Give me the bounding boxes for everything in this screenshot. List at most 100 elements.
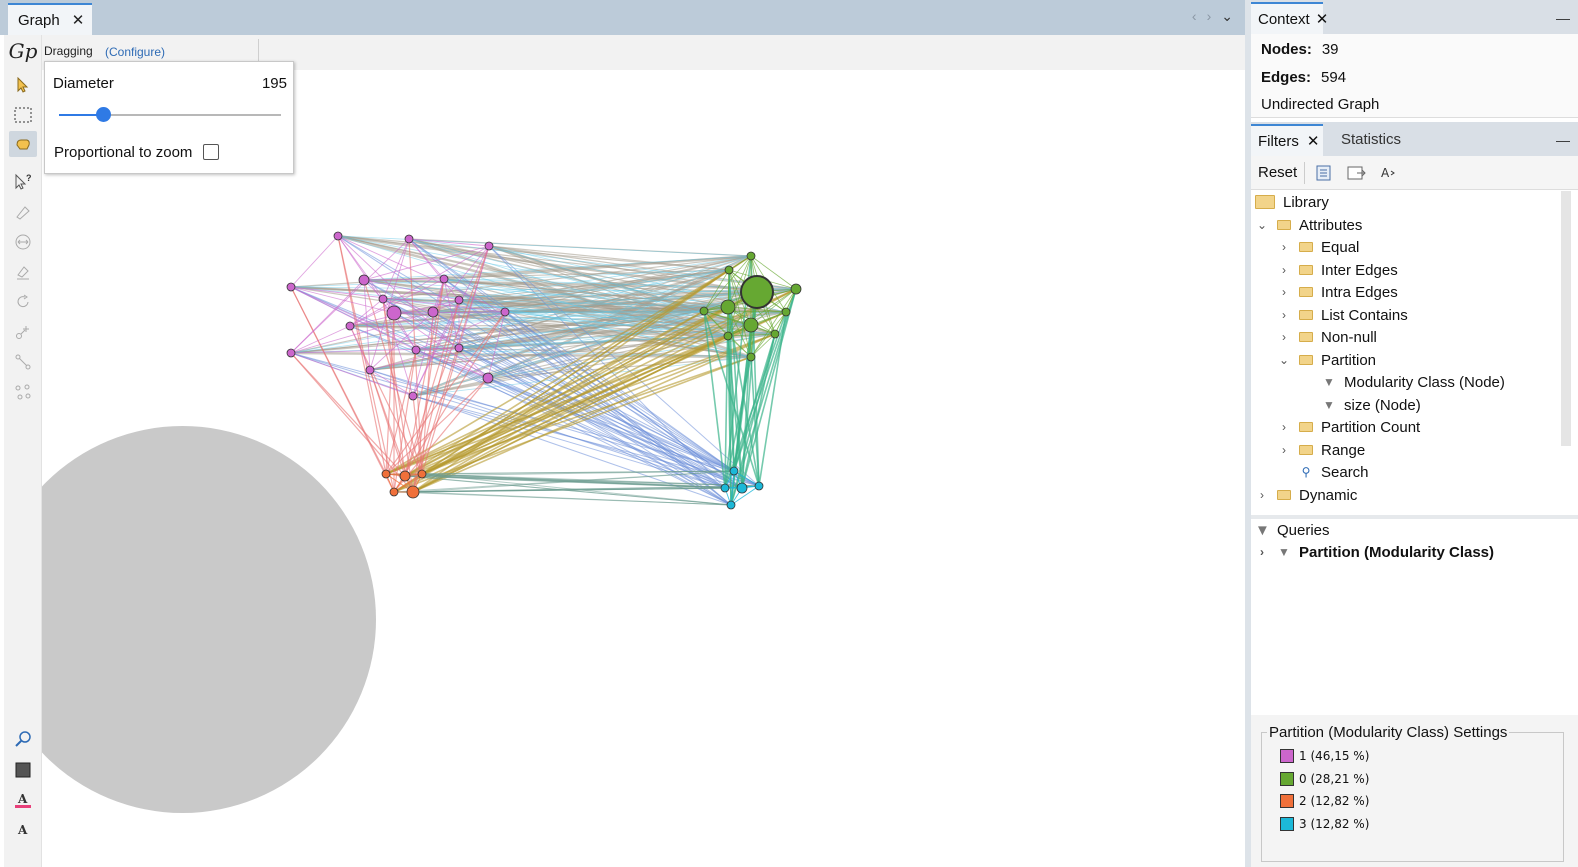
graph-node[interactable]	[286, 348, 296, 358]
tree-item-list-contains[interactable]: › List Contains	[1277, 304, 1408, 326]
close-icon[interactable]: ✕	[1316, 10, 1329, 28]
tree-scrollbar[interactable]	[1561, 191, 1571, 446]
rectangle-select-icon[interactable]	[9, 102, 37, 128]
close-icon[interactable]: ✕	[1307, 132, 1320, 150]
drag-hand-icon[interactable]	[9, 131, 37, 157]
graph-node[interactable]	[286, 282, 296, 292]
graph-node[interactable]	[790, 283, 802, 295]
graph-node[interactable]	[723, 331, 733, 341]
graph-canvas[interactable]	[42, 70, 1245, 867]
tree-item-size[interactable]: ▼ size (Node)	[1314, 394, 1421, 416]
graph-node[interactable]	[724, 265, 734, 275]
graph-node[interactable]	[358, 274, 370, 286]
graph-node[interactable]	[500, 307, 510, 317]
graph-node[interactable]	[726, 500, 736, 510]
tree-item-attributes[interactable]: ⌄ Attributes	[1255, 214, 1362, 236]
tab-graph[interactable]: Graph ✕	[8, 3, 92, 35]
legend-item[interactable]: 3 (12,82 %)	[1280, 817, 1369, 831]
save-filter-icon[interactable]	[1347, 163, 1367, 183]
graph-node[interactable]	[408, 391, 418, 401]
minimize-icon[interactable]: —	[1556, 132, 1570, 148]
chevron-right-icon[interactable]: ›	[1255, 545, 1269, 559]
proportional-checkbox[interactable]	[203, 144, 219, 160]
graph-node[interactable]	[746, 251, 756, 261]
chevron-right-icon[interactable]: ›	[1255, 488, 1269, 502]
tree-item-dynamic[interactable]: › Dynamic	[1255, 484, 1357, 506]
graph-node[interactable]	[720, 299, 736, 315]
graph-node[interactable]	[333, 231, 343, 241]
graph-node[interactable]	[389, 487, 399, 497]
export-filter-icon[interactable]	[1314, 163, 1334, 183]
tab-filters[interactable]: Filters ✕	[1251, 124, 1323, 156]
close-icon[interactable]: ✕	[72, 11, 85, 29]
chevron-right-icon[interactable]: ›	[1277, 308, 1291, 322]
chevron-down-icon[interactable]: ⌄	[1255, 218, 1269, 232]
diameter-slider[interactable]	[59, 107, 281, 122]
label-font-icon[interactable]: A	[9, 818, 37, 842]
tree-item-intra-edges[interactable]: › Intra Edges	[1277, 281, 1398, 303]
graph-node[interactable]	[439, 274, 449, 284]
select-arrow-icon[interactable]	[9, 72, 37, 98]
brush-icon[interactable]	[9, 259, 37, 285]
chevron-right-icon[interactable]: ›	[1207, 8, 1212, 25]
tree-item-non-null[interactable]: › Non-null	[1277, 326, 1377, 348]
tree-item-inter-edges[interactable]: › Inter Edges	[1277, 259, 1398, 281]
graph-node[interactable]	[720, 483, 730, 493]
painter-icon[interactable]	[9, 199, 37, 225]
graph-node[interactable]	[454, 295, 464, 305]
chevron-right-icon[interactable]: ›	[1277, 330, 1291, 344]
legend-item[interactable]: 2 (12,82 %)	[1280, 794, 1369, 808]
graph-node[interactable]	[740, 275, 774, 309]
graph-node[interactable]	[381, 469, 391, 479]
graph-node[interactable]	[699, 306, 709, 316]
legend-item[interactable]: 1 (46,15 %)	[1280, 749, 1369, 763]
rotate-icon[interactable]	[9, 289, 37, 315]
legend-item[interactable]: 0 (28,21 %)	[1280, 772, 1369, 786]
graph-node[interactable]	[736, 482, 748, 494]
graph-node[interactable]	[386, 305, 402, 321]
graph-node[interactable]	[729, 466, 739, 476]
add-node-icon[interactable]	[9, 319, 37, 345]
zoom-fit-icon[interactable]	[9, 727, 37, 751]
tab-context[interactable]: Context ✕	[1251, 2, 1328, 34]
graph-node[interactable]	[345, 321, 355, 331]
graph-node[interactable]	[378, 294, 388, 304]
resize-icon[interactable]	[9, 229, 37, 255]
tree-item-modularity-class[interactable]: ▼ Modularity Class (Node)	[1314, 371, 1505, 393]
chevron-right-icon[interactable]: ›	[1277, 443, 1291, 457]
graph-node[interactable]	[399, 470, 411, 482]
tab-statistics[interactable]: Statistics	[1341, 131, 1401, 148]
graph-node[interactable]	[404, 234, 414, 244]
chevron-down-icon[interactable]: ⌄	[1277, 353, 1291, 367]
help-pointer-icon[interactable]: ?	[9, 169, 37, 195]
tree-item-library[interactable]: Library	[1255, 191, 1329, 213]
graph-node[interactable]	[746, 352, 756, 362]
query-item[interactable]: › ▼ Partition (Modularity Class)	[1255, 541, 1494, 563]
shortest-path-icon[interactable]	[9, 379, 37, 405]
graph-node[interactable]	[365, 365, 375, 375]
chevron-left-icon[interactable]: ‹	[1192, 8, 1197, 25]
graph-node[interactable]	[781, 307, 791, 317]
chevron-right-icon[interactable]: ›	[1277, 285, 1291, 299]
tree-item-range[interactable]: › Range	[1277, 439, 1365, 461]
reset-button[interactable]: Reset	[1258, 164, 1297, 181]
auto-refresh-icon[interactable]: A	[1380, 163, 1400, 183]
graph-node[interactable]	[454, 343, 464, 353]
graph-node[interactable]	[770, 329, 780, 339]
chevron-right-icon[interactable]: ›	[1277, 420, 1291, 434]
chevron-right-icon[interactable]: ›	[1277, 240, 1291, 254]
add-edge-icon[interactable]	[9, 349, 37, 375]
graph-node[interactable]	[754, 481, 764, 491]
chevron-right-icon[interactable]: ›	[1277, 263, 1291, 277]
tree-item-partition-count[interactable]: › Partition Count	[1277, 416, 1420, 438]
minimize-icon[interactable]: —	[1556, 10, 1570, 26]
graph-node[interactable]	[411, 345, 421, 355]
graph-node[interactable]	[484, 241, 494, 251]
chevron-down-icon[interactable]: ⌄	[1221, 8, 1233, 25]
slider-thumb[interactable]	[96, 107, 112, 122]
configure-link[interactable]: (Configure)	[105, 45, 165, 59]
graph-node[interactable]	[406, 485, 420, 499]
tree-item-equal[interactable]: › Equal	[1277, 236, 1359, 258]
graph-node[interactable]	[417, 469, 427, 479]
tree-item-partition[interactable]: ⌄ Partition	[1277, 349, 1376, 371]
